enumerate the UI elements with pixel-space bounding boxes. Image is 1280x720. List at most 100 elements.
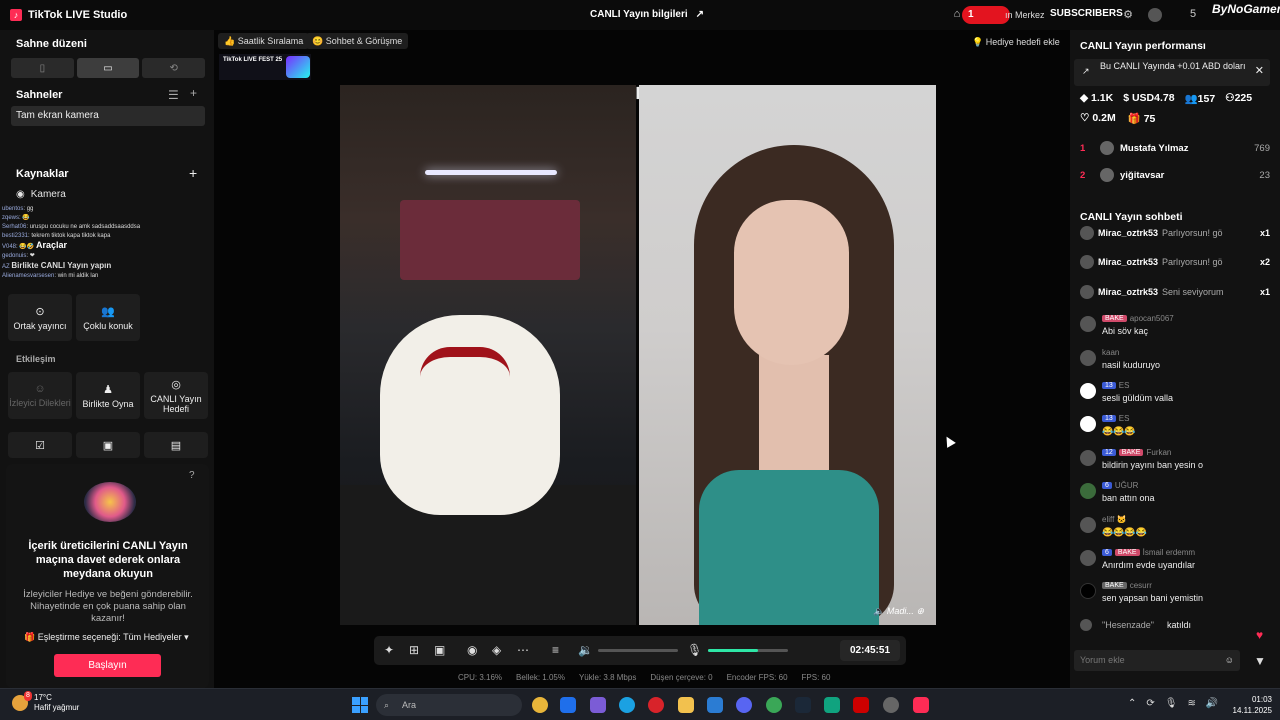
comment-input[interactable]: Yorum ekle ☺ xyxy=(1074,650,1240,671)
youtube-icon[interactable] xyxy=(853,697,869,713)
rank-row[interactable]: 2 yiğitavsar 23 xyxy=(1080,165,1270,185)
rank-row[interactable]: 1 Mustafa Yılmaz 769 xyxy=(1080,138,1270,158)
rec-badge[interactable]: 1 xyxy=(962,6,1010,24)
edge-icon[interactable] xyxy=(619,697,635,713)
multi-guest-button[interactable]: 👥 Çoklu konuk xyxy=(76,294,140,341)
source-camera-label: Kamera xyxy=(30,189,66,200)
start-match-button[interactable]: Başlayın xyxy=(54,654,161,677)
settings-icon[interactable]: ⚙ xyxy=(1121,8,1135,22)
gift-goal-button[interactable]: 💡 Hediye hedefi ekle xyxy=(972,34,1060,50)
chrome-icon-2[interactable] xyxy=(766,697,782,713)
hourly-ranking-chip[interactable]: 👍 Saatlik Sıralama xyxy=(218,33,310,49)
screen-icon[interactable]: ▣ xyxy=(434,643,445,657)
match-illustration xyxy=(84,482,136,522)
effects-icon[interactable]: ◈ xyxy=(492,643,501,657)
scene-item[interactable]: Tam ekran kamera xyxy=(11,106,205,126)
mic-tray-icon[interactable]: 🎙 xyxy=(1165,698,1178,709)
box-button[interactable]: ▣ xyxy=(76,432,140,458)
opera-icon[interactable] xyxy=(648,697,664,713)
chat-message[interactable]: 12 BAKE Furkan bildirin yayını ban yesin o xyxy=(1080,448,1270,478)
co-host-button[interactable]: ⊙ Ortak yayıncı xyxy=(8,294,72,341)
steam-icon[interactable] xyxy=(795,697,811,713)
center-link[interactable]: ın Merkez xyxy=(1005,10,1045,20)
teams-icon[interactable] xyxy=(560,697,576,713)
sync-icon[interactable]: ⟳ xyxy=(1146,698,1154,709)
obs-icon[interactable] xyxy=(883,697,899,713)
gpt-icon[interactable] xyxy=(824,697,840,713)
help-icon[interactable]: ? xyxy=(189,470,195,481)
phone-icon: ▯ xyxy=(39,62,46,74)
mic-slider[interactable] xyxy=(708,649,788,652)
speaker-icon[interactable]: 🔊 xyxy=(1206,698,1218,709)
stat-dropped: Düşen çerçeve: 0 xyxy=(650,673,713,682)
pinned-gift[interactable]: Mirac_oztrk53 Seni seviyorum x1 xyxy=(1080,282,1270,302)
viewer-icon: ☺ xyxy=(34,383,46,395)
avatar xyxy=(1100,168,1114,182)
chat-message[interactable]: BAKE apocan5067 Abi söv kaç xyxy=(1080,314,1270,344)
checkbox-icon: ☑ xyxy=(35,439,45,452)
source-camera[interactable]: ◉ Kamera xyxy=(16,189,66,200)
chat-message[interactable]: 6 BAKE İsmail erdemm Anırdım evde uyandılar xyxy=(1080,548,1270,578)
chat-message[interactable]: BAKE cesurr sen yapsan bani yemistin xyxy=(1080,581,1270,611)
start-button[interactable] xyxy=(352,697,368,713)
volume-slider[interactable] xyxy=(598,649,678,652)
avatar xyxy=(1080,619,1092,631)
viewer-wishes-button[interactable]: ☺ İzleyici Dilekleri xyxy=(8,372,72,419)
wifi-icon[interactable]: ≋ xyxy=(1187,698,1195,709)
microphone-icon[interactable]: 🎙 xyxy=(687,643,702,657)
stat-cpu: CPU: 3.16% xyxy=(458,673,503,682)
portrait-layout-button[interactable]: ▯ xyxy=(11,58,74,78)
add-source-icon[interactable]: + xyxy=(189,165,197,181)
add-layer-icon[interactable]: ⊞ xyxy=(409,643,419,657)
store-button[interactable]: ▤ xyxy=(144,432,208,458)
poll-button[interactable]: ☑ xyxy=(8,432,72,458)
scenes-title: Sahneler xyxy=(16,89,63,101)
list-icon[interactable]: ☰ xyxy=(168,88,179,102)
app-icon[interactable] xyxy=(590,697,606,713)
chat-message[interactable]: 13 ES sesli güldüm valla xyxy=(1080,381,1270,411)
emoji-icon[interactable]: ☺ xyxy=(1225,650,1234,671)
close-icon[interactable]: ✕ xyxy=(1255,66,1264,77)
avatar[interactable] xyxy=(1148,8,1162,22)
magic-icon[interactable]: ✦ xyxy=(384,643,394,657)
weather-widget[interactable]: 8 17°C Hafif yağmur xyxy=(12,691,79,713)
discord-icon[interactable] xyxy=(736,697,752,713)
taskbar-search[interactable]: ⌕ Ara xyxy=(376,694,522,716)
record-icon[interactable]: ◉ xyxy=(467,643,477,657)
guest-caption[interactable]: 🔈 Madi... ⊕ xyxy=(873,606,924,617)
play-together-button[interactable]: ♟ Birlikte Oyna xyxy=(76,372,140,419)
gift-icon: 🎁 xyxy=(1127,113,1141,125)
trend-icon: ↗ xyxy=(1082,66,1090,76)
clock[interactable]: 01:03 14.11.2025 xyxy=(1228,694,1272,716)
pinned-gift[interactable]: Mirac_oztrk53 Parlıyorsun! gö x1 xyxy=(1080,223,1270,243)
chevron-up-icon[interactable]: ⌃ xyxy=(1128,698,1136,709)
tools-title: Araçlar xyxy=(35,240,68,250)
add-scene-icon[interactable]: + xyxy=(190,86,197,100)
chat-message[interactable]: 13 ES 😂😂😂 xyxy=(1080,414,1270,444)
match-option-select[interactable]: 🎁 Eşleştirme seçeneği: Tüm Hediyeler ▾ xyxy=(24,632,189,643)
notifications-badge[interactable]: 5 xyxy=(1186,8,1200,22)
stage: 👍 Saatlik Sıralama 😊 Sohbet & Görüşme 💡 … xyxy=(214,30,1070,688)
live-info-button[interactable]: CANLI Yayın bilgileri ↗ xyxy=(590,9,704,20)
volume-icon[interactable]: 🔉 xyxy=(578,643,593,657)
live-goal-button[interactable]: ◎ CANLI Yayın Hedefi xyxy=(144,372,208,419)
live-fest-banner: TikTok LIVE FEST 25 xyxy=(219,54,311,80)
more-icon[interactable]: ⋯ xyxy=(517,643,529,657)
landscape-layout-button[interactable]: ▭ xyxy=(76,58,140,78)
follow-icon: ⚇ xyxy=(1225,92,1235,104)
rotate-layout-button[interactable]: ⟲ xyxy=(142,58,206,78)
chrome-icon[interactable] xyxy=(532,697,548,713)
likes-metric: ♡ 0.2M xyxy=(1080,112,1116,124)
chat-message[interactable]: eliff 🐱 😂😂😂😂 xyxy=(1080,515,1270,545)
chat-message[interactable]: kaan nasil kuduruyo xyxy=(1080,348,1270,378)
filter-icon[interactable]: ▼ xyxy=(1254,654,1266,668)
tiktok-icon[interactable] xyxy=(913,697,929,713)
explorer-icon[interactable] xyxy=(678,697,694,713)
chat-message[interactable]: 6 UĞUR ban attın ona xyxy=(1080,481,1270,511)
emoji-icon: 😊 xyxy=(312,36,324,46)
store-icon[interactable] xyxy=(707,697,723,713)
sliders-icon[interactable]: ≡ xyxy=(552,643,559,657)
pinned-gift[interactable]: Mirac_oztrk53 Parlıyorsun! gö x2 xyxy=(1080,252,1270,272)
chat-call-chip[interactable]: 😊 Sohbet & Görüşme xyxy=(306,33,409,49)
metrics-row: ◆ 1.1K $ USD4.78 👥157 ⚇225 xyxy=(1080,92,1252,105)
